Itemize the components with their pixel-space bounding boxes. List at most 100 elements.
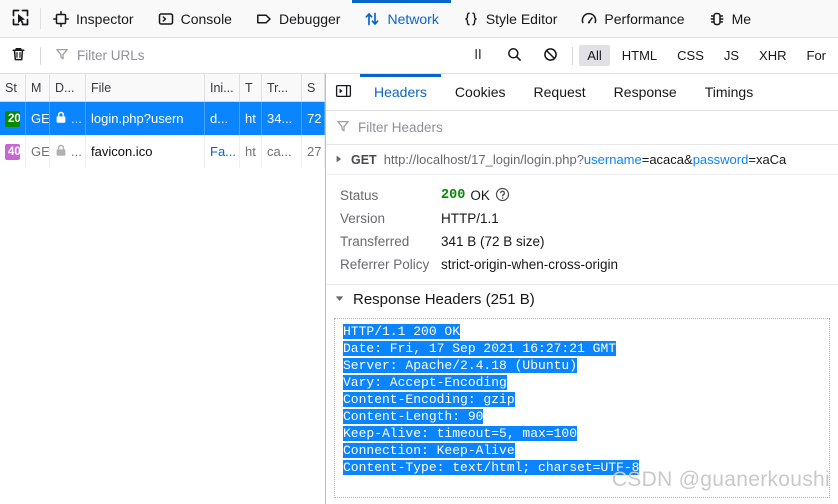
summary-label-transferred: Transferred: [340, 234, 410, 249]
response-headers-section-toggle[interactable]: Response Headers (251 B): [326, 284, 838, 314]
network-toolbar: Filter URLs All HTML CSS JS XHR For: [0, 38, 838, 74]
type-filter-all[interactable]: All: [579, 45, 610, 66]
memory-icon: [709, 11, 725, 27]
url-base: http://localhost/17_login/login.php: [383, 152, 577, 167]
performance-icon: [581, 11, 597, 27]
tab-network-label: Network: [387, 10, 439, 27]
raw-header-line-text: Server: Apache/2.4.18 (Ubuntu): [343, 358, 578, 373]
devtools-window: Inspector Console Debugger Network Style…: [0, 0, 838, 504]
tab-timings[interactable]: Timings: [691, 74, 768, 110]
raw-header-line: Content-Length: 90: [343, 408, 829, 425]
triangle-down-icon: [334, 291, 345, 308]
search-requests-button[interactable]: [496, 41, 532, 71]
response-summary: Status 200 OK Version HTTP/1.1 Transferr…: [326, 175, 838, 284]
devtools-toolbox-tabbar: Inspector Console Debugger Network Style…: [0, 0, 838, 38]
raw-header-line: Content-Encoding: gzip: [343, 391, 829, 408]
raw-header-line-text: Date: Fri, 17 Sep 2021 16:27:21 GMT: [343, 341, 617, 356]
url-query-separator: ?: [576, 152, 584, 167]
pause-requests-button[interactable]: [460, 41, 496, 71]
network-icon: [364, 11, 380, 27]
tab-response[interactable]: Response: [600, 74, 691, 110]
raw-header-line: Date: Fri, 17 Sep 2021 16:27:21 GMT: [343, 340, 829, 357]
summary-row-referrer-policy: Referrer Policy strict-origin-when-cross…: [326, 253, 838, 276]
column-header-transferred[interactable]: Tr...: [262, 74, 302, 101]
debugger-icon: [256, 11, 272, 27]
url-param-password-value: xaCa: [755, 152, 787, 167]
cell-size: 27: [302, 135, 325, 168]
cell-type: ht: [240, 102, 262, 135]
network-main-area: St M D... File Ini... T Tr... S 20 GE ..…: [0, 74, 838, 504]
clear-requests-button[interactable]: [0, 41, 36, 71]
lock-icon: [55, 111, 67, 127]
tab-performance[interactable]: Performance: [569, 0, 696, 37]
table-row[interactable]: 20 GE ... login.php?usern d... ht 34...: [0, 102, 325, 135]
request-url: http://localhost/17_login/login.php?user…: [384, 152, 787, 167]
element-picker-button[interactable]: [0, 0, 40, 37]
raw-header-line-text: Keep-Alive: timeout=5, max=100: [343, 426, 578, 441]
triangle-right-icon[interactable]: [334, 152, 344, 167]
tab-console[interactable]: Console: [146, 0, 244, 37]
column-header-method[interactable]: M: [26, 74, 50, 101]
status-text: OK: [470, 188, 490, 203]
table-row[interactable]: 40 GE ... favicon.ico Fa... ht ca... 27: [0, 135, 325, 168]
tab-inspector-label: Inspector: [76, 10, 134, 27]
collapse-details-button[interactable]: [326, 74, 360, 110]
cell-status: 40: [0, 135, 26, 168]
type-filter-fonts[interactable]: For: [799, 45, 835, 66]
tab-performance-label: Performance: [604, 10, 685, 27]
type-filter-xhr[interactable]: XHR: [751, 45, 794, 66]
type-filter-html[interactable]: HTML: [614, 45, 665, 66]
column-header-initiator[interactable]: Ini...: [205, 74, 240, 101]
cell-domain-text: ...: [71, 144, 82, 159]
url-param-ampersand: &: [684, 152, 693, 167]
toolbar-divider-2: [572, 46, 574, 65]
cell-file: login.php?usern: [86, 102, 205, 135]
filter-headers-input[interactable]: Filter Headers: [326, 111, 838, 145]
column-header-size[interactable]: S: [302, 74, 325, 101]
column-header-type[interactable]: T: [240, 74, 262, 101]
tab-style-editor[interactable]: Style Editor: [451, 0, 570, 37]
cell-initiator: Fa...: [205, 135, 240, 168]
inspector-icon: [53, 10, 69, 27]
block-requests-button[interactable]: [532, 41, 568, 71]
trash-icon: [10, 46, 27, 66]
column-header-file[interactable]: File: [86, 74, 205, 101]
type-filter-css[interactable]: CSS: [669, 45, 712, 66]
column-header-status[interactable]: St: [0, 74, 26, 101]
url-param-username-key: username: [583, 152, 642, 167]
request-url-row[interactable]: GET http://localhost/17_login/login.php?…: [326, 145, 838, 175]
tab-headers[interactable]: Headers: [360, 74, 441, 110]
status-badge: 40: [5, 143, 20, 160]
cell-status: 20: [0, 102, 26, 135]
filter-urls-input[interactable]: Filter URLs: [45, 47, 460, 64]
summary-value-referrer-policy: strict-origin-when-cross-origin: [441, 257, 619, 272]
raw-header-line: Keep-Alive: timeout=5, max=100: [343, 425, 829, 442]
filter-headers-placeholder: Filter Headers: [358, 120, 443, 135]
help-circle-icon[interactable]: [495, 187, 510, 205]
response-headers-raw[interactable]: HTTP/1.1 200 OK Date: Fri, 17 Sep 2021 1…: [334, 318, 830, 498]
details-tabbar: Headers Cookies Request Response Timings: [326, 74, 838, 111]
tab-debugger[interactable]: Debugger: [244, 0, 353, 37]
tab-request[interactable]: Request: [520, 74, 600, 110]
tab-cookies[interactable]: Cookies: [441, 74, 520, 110]
column-header-domain[interactable]: D...: [50, 74, 86, 101]
cell-type: ht: [240, 135, 262, 168]
style-editor-icon: [463, 11, 479, 27]
raw-header-line-text: HTTP/1.1 200 OK: [343, 324, 461, 339]
request-details-pane: Headers Cookies Request Response Timings…: [326, 74, 838, 504]
lock-icon: [55, 144, 67, 160]
tab-network[interactable]: Network: [352, 0, 452, 37]
cell-file: favicon.ico: [86, 135, 205, 168]
summary-label-version: Version: [340, 211, 386, 226]
cell-method: GE: [26, 102, 50, 135]
tab-console-label: Console: [180, 10, 232, 27]
toolbar-divider-1: [40, 46, 41, 65]
type-filter-js[interactable]: JS: [716, 45, 747, 66]
tab-memory[interactable]: Me: [697, 0, 763, 37]
url-param-password-key: password: [692, 152, 749, 167]
raw-header-line: Vary: Accept-Encoding: [343, 374, 829, 391]
tab-inspector[interactable]: Inspector: [41, 0, 146, 37]
response-headers-title: Response Headers (251 B): [353, 291, 535, 308]
summary-value-transferred: 341 B (72 B size): [441, 234, 545, 249]
summary-row-status: Status 200 OK: [326, 184, 838, 207]
